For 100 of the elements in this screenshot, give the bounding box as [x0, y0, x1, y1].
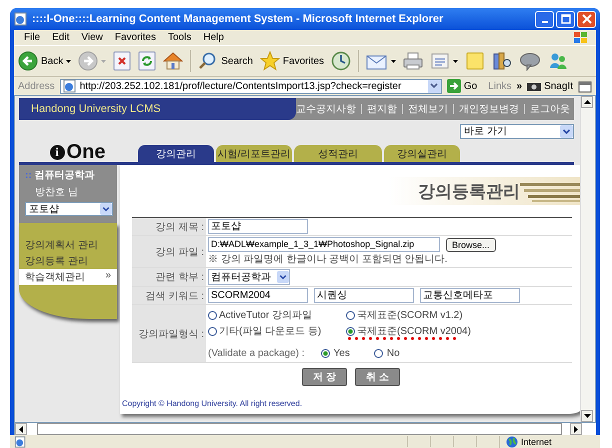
course-select[interactable]: 포토샵 [25, 202, 113, 216]
title-field[interactable]: 포토샵 [208, 219, 308, 234]
radio-button[interactable] [320, 349, 330, 358]
browse-button[interactable]: Browse... [446, 238, 496, 252]
arrow-right-icon [446, 79, 461, 93]
caret-icon[interactable] [66, 60, 72, 62]
caret-icon [100, 203, 112, 215]
side-menu-item[interactable]: 학습객체관리 » [19, 269, 117, 285]
site-title: Handong University LCMS [31, 103, 161, 115]
flag-icon [572, 30, 590, 44]
field-label: 검색 키워드 : [132, 286, 206, 304]
chat-icon[interactable] [519, 51, 542, 71]
back-icon [18, 51, 38, 71]
page-icon [62, 79, 77, 93]
menu-item[interactable]: Help [197, 32, 230, 43]
home-icon[interactable] [163, 51, 184, 71]
field-label: 관련 학부 : [132, 268, 206, 286]
page-heading: 강의등록관리 [418, 180, 520, 202]
menu-item[interactable]: Edit [46, 32, 76, 43]
scroll-down-icon[interactable] [581, 410, 593, 422]
tab[interactable]: 강의관리 [138, 145, 214, 162]
maximize-button[interactable] [556, 10, 575, 28]
caret-icon[interactable] [391, 60, 396, 62]
horizontal-scrollbar[interactable] [14, 423, 596, 435]
radio-button[interactable] [208, 326, 217, 336]
caret-icon [277, 271, 289, 283]
history-icon[interactable] [331, 51, 352, 71]
scroll-up-icon[interactable] [581, 96, 593, 108]
radio-button[interactable] [208, 310, 217, 320]
address-field[interactable]: http://203.252.102.181/prof/lecture/ContentsImport13.jsp?check=register [60, 78, 442, 94]
radio-label: 국제표준(SCORM v1.2) [357, 309, 463, 322]
copyright-text: Copyright © Handong University. All right reserved. [122, 399, 304, 410]
side-menu-item[interactable]: 강의계획서 관리 [19, 237, 117, 253]
radio-button[interactable] [346, 326, 355, 336]
radio-button[interactable] [374, 349, 383, 358]
validate-label: (Validate a package) : [208, 348, 305, 359]
zone-label: Internet [521, 436, 552, 446]
stop-icon[interactable] [113, 51, 132, 71]
field-label: 강의파일형식 : [132, 304, 206, 362]
radio-label: ActiveTutor 강의파일 [219, 309, 312, 322]
menu-item[interactable]: View [75, 32, 109, 43]
tab[interactable]: 성적관리 [294, 145, 382, 162]
scroll-left-icon[interactable] [15, 423, 27, 435]
minimize-button[interactable] [535, 10, 554, 28]
snagit-button[interactable]: SnagIt [527, 80, 573, 92]
side-menu-item[interactable]: 강의등록 관리 [19, 253, 117, 269]
menu-item[interactable]: Favorites [108, 32, 162, 43]
close-button[interactable] [577, 10, 596, 28]
globe-icon [506, 436, 518, 448]
keyword-field[interactable]: 교통신호메타포 [420, 288, 520, 303]
maximize-icon [560, 14, 570, 24]
document-icon[interactable] [430, 51, 450, 71]
department-name: 컴퓨터공학과 [34, 169, 95, 182]
keyword-field[interactable]: 시퀀싱 [314, 288, 414, 303]
menu-item[interactable]: File [18, 32, 46, 43]
page-icon [14, 12, 28, 26]
refresh-icon[interactable] [138, 51, 156, 71]
bullet-mark: :: [25, 170, 32, 180]
tab[interactable]: 시험/리포트관리 [216, 145, 292, 162]
vertical-scrollbar[interactable] [580, 96, 595, 422]
minimize-icon [542, 21, 548, 23]
favorites-button[interactable]: Favorites [260, 51, 324, 71]
scroll-right-icon[interactable] [570, 423, 582, 435]
chevron-icon [430, 83, 438, 89]
search-icon [198, 51, 218, 71]
page-icon [14, 436, 27, 448]
caret-icon[interactable] [453, 60, 458, 62]
more-button[interactable]: » [516, 80, 522, 92]
radio-label: Yes [334, 348, 350, 359]
field-label: 강의 파일 : [132, 236, 206, 268]
window-icon[interactable] [578, 79, 592, 93]
caret-icon [560, 124, 573, 138]
radio-label: 기타(파일 다운로드 등) [219, 325, 322, 338]
user-name: 방찬호 님 [34, 186, 79, 199]
file-field[interactable]: D:₩ADL₩example_1_3_1₩Photoshop_Signal.zip [208, 237, 440, 252]
logo-mark: i [50, 144, 65, 160]
camera-icon [527, 81, 542, 91]
field-label: 강의 제목 : [132, 218, 206, 236]
radio-label: No [386, 348, 400, 359]
forward-icon[interactable] [78, 51, 98, 71]
people-icon[interactable] [548, 51, 568, 71]
tab[interactable]: 강의실관리 [384, 145, 460, 162]
go-button[interactable]: Go [446, 79, 478, 93]
print-icon[interactable] [403, 51, 424, 71]
window-title: ::::I-One::::Learning Content Management System - Microsoft Internet Explorer [32, 13, 444, 25]
logo-text: One [66, 143, 106, 161]
dropdown-button[interactable] [428, 80, 441, 92]
book-icon[interactable] [492, 51, 512, 71]
radio-label: 국제표준(SCORM v2004) [357, 325, 471, 338]
back-button[interactable]: Back [18, 51, 64, 71]
file-note: ※ 강의 파일명에 한글이나 공백이 포함되면 안됩니다. [208, 253, 448, 266]
radio-button[interactable] [346, 310, 355, 320]
search-button[interactable]: Search [198, 51, 253, 71]
quick-select[interactable]: 바로 가기 [460, 124, 574, 138]
address-label: Address [18, 80, 55, 92]
close-icon [582, 14, 592, 24]
menu-item[interactable]: Tools [162, 32, 198, 43]
department-select[interactable]: 컴퓨터공학과 [208, 269, 290, 285]
keyword-field[interactable]: SCORM2004 [208, 288, 308, 303]
star-icon [260, 51, 280, 71]
